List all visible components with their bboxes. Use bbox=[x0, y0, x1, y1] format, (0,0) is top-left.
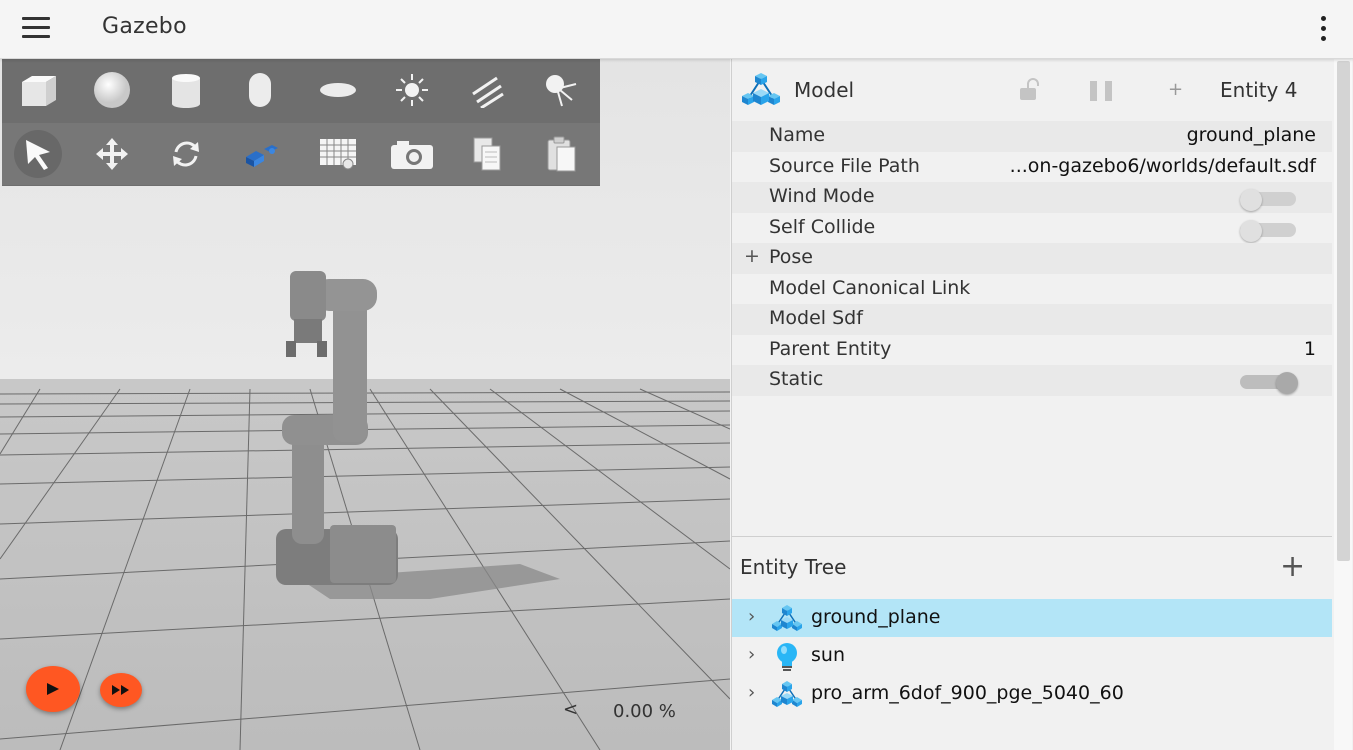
property-row-pose[interactable]: + Pose bbox=[732, 243, 1332, 274]
toolbar-row-insert bbox=[2, 59, 600, 121]
more-options-icon[interactable] bbox=[1321, 16, 1327, 42]
wind-mode-toggle[interactable] bbox=[1240, 189, 1298, 211]
property-label: Name bbox=[769, 124, 826, 146]
property-list: Name ground_plane Source File Path ...on… bbox=[732, 121, 1332, 396]
model-icon bbox=[772, 681, 802, 707]
property-label: Pose bbox=[769, 246, 813, 268]
transform-control-icon[interactable] bbox=[234, 126, 290, 182]
tree-item-pro-arm[interactable]: › pro_arm_6dof_900_pge_5040_60 bbox=[732, 675, 1332, 713]
model-icon bbox=[772, 605, 802, 631]
rotate-icon[interactable] bbox=[158, 126, 214, 182]
tree-item-label: sun bbox=[811, 644, 845, 666]
tree-item-sun[interactable]: › sun bbox=[732, 637, 1332, 675]
property-label: Wind Mode bbox=[769, 185, 875, 207]
box-icon[interactable] bbox=[10, 62, 66, 118]
play-icon bbox=[47, 683, 59, 695]
property-label: Model Canonical Link bbox=[769, 276, 971, 299]
toolbar-row-tools bbox=[2, 123, 600, 185]
play-button[interactable] bbox=[26, 666, 80, 712]
sun-light-icon[interactable] bbox=[384, 62, 440, 118]
fast-forward-icon bbox=[112, 685, 129, 695]
property-row-wind-mode: Wind Mode bbox=[732, 182, 1332, 213]
copy-icon[interactable] bbox=[459, 126, 515, 182]
property-value: 1 bbox=[1303, 337, 1316, 360]
ellipsoid-icon[interactable] bbox=[310, 62, 366, 118]
property-label: Model Sdf bbox=[769, 307, 863, 329]
property-value: ground_plane bbox=[1186, 124, 1316, 146]
property-row-model-canonical-link: Model Canonical Link bbox=[732, 274, 1332, 305]
add-component-button[interactable]: + bbox=[1168, 79, 1183, 100]
step-forward-button[interactable] bbox=[100, 673, 142, 707]
model-icon bbox=[742, 73, 780, 105]
real-time-factor: 0.00 % bbox=[613, 701, 676, 722]
capsule-icon[interactable] bbox=[232, 62, 288, 118]
property-row-self-collide: Self Collide bbox=[732, 213, 1332, 244]
property-label: Source File Path bbox=[769, 154, 920, 177]
light-bulb-icon bbox=[777, 643, 797, 671]
property-row-source-file-path: Source File Path ...on-gazebo6/worlds/de… bbox=[732, 152, 1332, 183]
property-row-name: Name ground_plane bbox=[732, 121, 1332, 152]
directional-light-icon[interactable] bbox=[459, 62, 515, 118]
unlock-icon[interactable] bbox=[1018, 78, 1040, 102]
spot-light-icon[interactable] bbox=[534, 62, 590, 118]
property-row-parent-entity: Parent Entity 1 bbox=[732, 335, 1332, 366]
sphere-icon[interactable] bbox=[84, 62, 140, 118]
translate-icon[interactable] bbox=[84, 126, 140, 182]
property-value: ...on-gazebo6/worlds/default.sdf bbox=[1009, 154, 1316, 177]
tree-item-label: pro_arm_6dof_900_pge_5040_60 bbox=[811, 682, 1124, 704]
panel-scrollbar[interactable] bbox=[1334, 59, 1352, 750]
property-row-model-sdf: Model Sdf bbox=[732, 304, 1332, 335]
rtf-expand-chevron[interactable]: < bbox=[563, 699, 578, 720]
camera-icon[interactable] bbox=[384, 126, 440, 182]
property-label: Parent Entity bbox=[769, 337, 892, 360]
scene-viewport[interactable]: < 0.00 % bbox=[0, 59, 730, 750]
property-label: Static bbox=[769, 368, 824, 390]
shapes-toolbar bbox=[2, 59, 600, 186]
add-entity-button[interactable]: + bbox=[1280, 549, 1305, 584]
chevron-right-icon[interactable]: › bbox=[748, 606, 755, 627]
app-header: Gazebo bbox=[0, 0, 1353, 59]
hamburger-menu-icon[interactable] bbox=[22, 17, 50, 39]
chevron-right-icon[interactable]: › bbox=[748, 644, 755, 665]
static-toggle[interactable] bbox=[1240, 372, 1298, 394]
select-arrow-icon[interactable] bbox=[10, 126, 66, 182]
component-inspector-header: Model + Entity 4 bbox=[732, 59, 1332, 121]
property-label: Self Collide bbox=[769, 215, 876, 238]
entity-tree-list: › ground_plane › sun › pro_arm_6dof_900_… bbox=[732, 599, 1332, 713]
tree-item-ground-plane[interactable]: › ground_plane bbox=[732, 599, 1332, 637]
entity-tree-title: Entity Tree bbox=[740, 555, 847, 579]
paste-icon[interactable] bbox=[534, 126, 590, 182]
chevron-right-icon[interactable]: › bbox=[748, 682, 755, 703]
property-row-static: Static bbox=[732, 365, 1332, 396]
tree-item-label: ground_plane bbox=[811, 606, 941, 628]
app-title: Gazebo bbox=[102, 14, 187, 39]
cylinder-icon[interactable] bbox=[158, 62, 214, 118]
entity-tree-header: Entity Tree + bbox=[732, 537, 1332, 597]
entity-id-label: Entity 4 bbox=[1220, 78, 1298, 102]
right-panel: Model + Entity 4 Name ground_plane Sourc… bbox=[731, 59, 1353, 750]
inspector-title: Model bbox=[794, 78, 855, 102]
expand-plus-icon[interactable]: + bbox=[744, 245, 760, 267]
pause-icon[interactable] bbox=[1088, 81, 1114, 101]
grid-icon[interactable] bbox=[310, 126, 366, 182]
self-collide-toggle[interactable] bbox=[1240, 219, 1298, 242]
